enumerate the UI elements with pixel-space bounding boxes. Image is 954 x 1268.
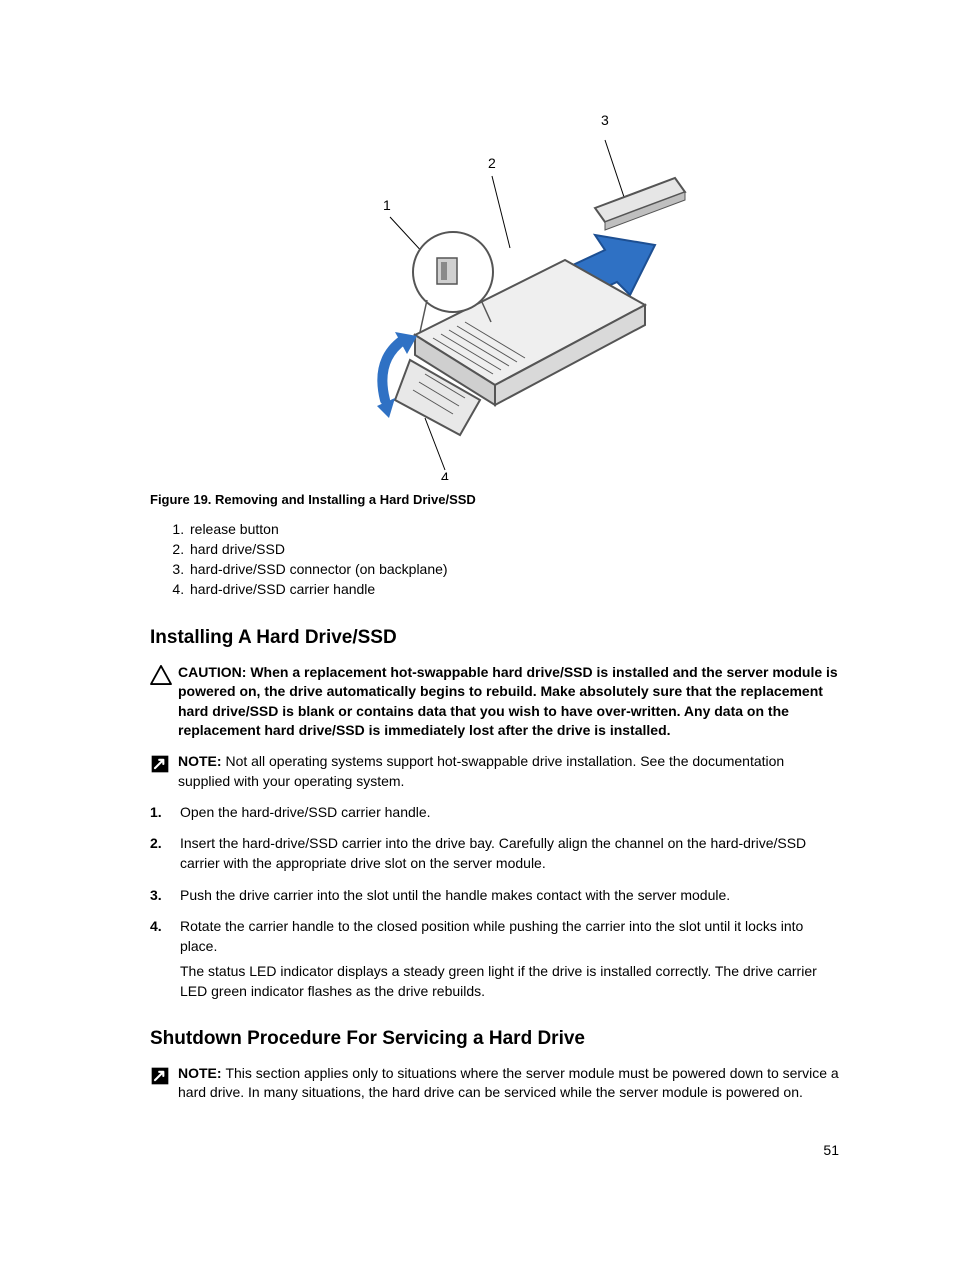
step-item: Push the drive carrier into the slot unt…	[150, 886, 839, 906]
figure-caption: Figure 19. Removing and Installing a Har…	[150, 492, 839, 507]
note-text: NOTE: This section applies only to situa…	[178, 1064, 839, 1103]
note-label: NOTE:	[178, 1065, 225, 1081]
legend-item: hard-drive/SSD carrier handle	[188, 581, 839, 597]
step-item: Rotate the carrier handle to the closed …	[150, 917, 839, 1001]
figure-illustration: 3 2 1 4	[285, 100, 705, 480]
page-number: 51	[823, 1142, 839, 1158]
document-page: 3 2 1 4	[0, 0, 954, 1268]
caution-label: CAUTION:	[178, 664, 250, 680]
step-item: Open the hard-drive/SSD carrier handle.	[150, 803, 839, 823]
section-heading-shutdown: Shutdown Procedure For Servicing a Hard …	[150, 1028, 839, 1050]
legend-item: hard-drive/SSD connector (on backplane)	[188, 561, 839, 577]
callout-1: 1	[383, 197, 391, 213]
callout-2: 2	[488, 155, 496, 171]
note-label: NOTE:	[178, 753, 225, 769]
caution-text: CAUTION: When a replacement hot-swappabl…	[178, 663, 839, 740]
note-admonition: NOTE: Not all operating systems support …	[150, 752, 839, 791]
figure-legend: release button hard drive/SSD hard-drive…	[188, 521, 839, 597]
callout-3: 3	[601, 112, 609, 128]
caution-body: When a replacement hot-swappable hard dr…	[178, 664, 838, 738]
legend-item: release button	[188, 521, 839, 537]
legend-item: hard drive/SSD	[188, 541, 839, 557]
note-body: This section applies only to situations …	[178, 1065, 839, 1100]
hard-drive-diagram: 3 2 1 4	[285, 100, 705, 480]
note-icon	[150, 752, 178, 791]
caution-icon	[150, 663, 178, 740]
note-icon	[150, 1064, 178, 1103]
note-body: Not all operating systems support hot-sw…	[178, 753, 784, 788]
section-heading-install: Installing A Hard Drive/SSD	[150, 627, 839, 649]
caution-admonition: CAUTION: When a replacement hot-swappabl…	[150, 663, 839, 740]
install-steps: Open the hard-drive/SSD carrier handle. …	[150, 803, 839, 1002]
connector-graphic	[595, 178, 685, 230]
step-item: Insert the hard-drive/SSD carrier into t…	[150, 834, 839, 873]
note-text: NOTE: Not all operating systems support …	[178, 752, 839, 791]
note-admonition: NOTE: This section applies only to situa…	[150, 1064, 839, 1103]
callout-4: 4	[441, 469, 449, 480]
